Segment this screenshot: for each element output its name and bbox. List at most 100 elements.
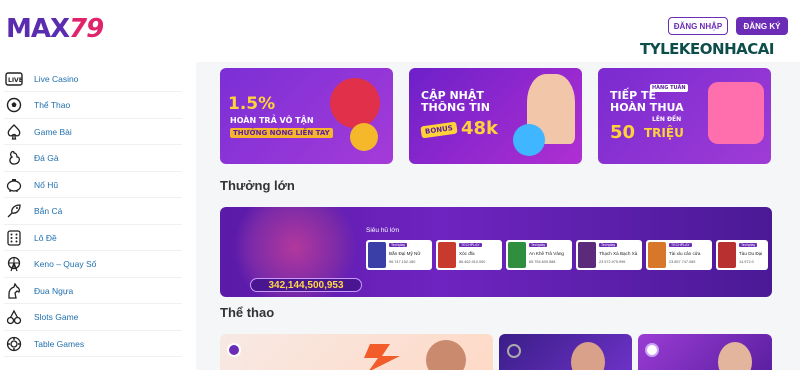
refund-amount: 50 — [610, 122, 636, 143]
sidebar-item-lo-de[interactable]: Lô Đề — [4, 225, 182, 251]
sport-provider-logo — [227, 343, 241, 357]
rooster-icon — [4, 148, 24, 168]
section-title-sports: Thể thao — [220, 305, 275, 320]
sidebar-item-label: Slots Game — [34, 312, 79, 322]
jackpot-value: 14.972.0 — [739, 260, 754, 264]
mascot-icon — [513, 124, 545, 156]
dice-grid-icon — [4, 228, 24, 248]
game-thumbnail — [648, 242, 666, 268]
jackpot-value: 96.747.152.180 — [389, 260, 416, 264]
player-photo — [571, 342, 605, 370]
jackpot-amount: 342,144,500,953 — [250, 278, 362, 292]
jackpot-value: 23.857.747.089 — [669, 260, 696, 264]
rebate-percent: 1.5% — [228, 94, 276, 114]
sidebar-item-da-ga[interactable]: Đá Gà — [4, 146, 182, 172]
sidebar-item-label: Đua Ngựa — [34, 285, 74, 296]
sidebar-item-the-thao[interactable]: Thể Thao — [4, 93, 182, 119]
provider-tag: Techplay — [389, 243, 408, 247]
cherry-icon — [4, 307, 24, 327]
bonus-amount: 48k — [461, 118, 499, 139]
jackpot-value: 86.462.910.050 — [459, 260, 486, 264]
sidebar-item-keno-quay-so[interactable]: Keno – Quay Số — [4, 252, 182, 278]
game-name: An Khê Trả Vàng — [529, 251, 564, 256]
sports-banner-1[interactable] — [220, 334, 493, 370]
game-name: Xóc đĩa — [459, 251, 475, 256]
sidebar-item-no-hu[interactable]: Nổ Hũ — [4, 172, 182, 198]
player-photo — [718, 342, 752, 370]
jackpot-game-card[interactable]: TECHPLAY Xóc đĩa 86.462.910.050 — [436, 240, 502, 270]
game-thumbnail — [368, 242, 386, 268]
promo-banner-loss-refund[interactable]: HÀNG TUẦN TIẾP TẾ HOÀN THUA LÊN ĐẾN 50 TR… — [598, 68, 771, 164]
game-thumbnail — [438, 242, 456, 268]
sidebar-item-slots-game[interactable]: Slots Game — [4, 305, 182, 331]
max79-logo[interactable]: MAX79 — [6, 14, 104, 44]
jackpot-value: 65.754.609.588 — [529, 260, 556, 264]
game-thumbnail — [508, 242, 526, 268]
bonus-badge: BONUS — [420, 121, 458, 139]
game-name: Tài xỉu cân cửa — [669, 251, 701, 256]
ferris-wheel-icon — [4, 254, 24, 274]
provider-tag: TECHPLAY — [669, 243, 692, 247]
game-name: Bắn Đại Mỹ Nữ — [389, 251, 421, 256]
sidebar-item-game-bai[interactable]: Game Bài — [4, 119, 182, 145]
jackpot-game-card[interactable]: Techplay Thạch Xà Bạch Xà 23.972.975.996 — [576, 240, 642, 270]
soccer-ball-icon — [4, 95, 24, 115]
banner-subline: THƯỞNG NÓNG LIỀN TAY — [230, 128, 333, 138]
fish-icon — [4, 201, 24, 221]
refund-unit: TRIỆU — [644, 126, 684, 140]
sport-provider-logo — [507, 344, 521, 358]
gift-box-icon — [330, 78, 380, 128]
sidebar-item-label: Table Games — [34, 338, 85, 349]
jackpot-value: 23.972.975.996 — [599, 260, 626, 264]
jackpot-game-card[interactable]: Techplay An Khê Trả Vàng 65.754.609.588 — [506, 240, 572, 270]
jackpot-game-card[interactable]: Techplay Tàu Du Đại 14.972.0 — [716, 240, 768, 270]
horse-icon — [4, 281, 24, 301]
login-button[interactable]: ĐĂNG NHẬP — [668, 17, 728, 35]
banner-headline: CẬP NHẬT THÔNG TIN — [421, 89, 490, 114]
spade-icon — [4, 122, 24, 142]
sidebar-item-label: Keno – Quay Số — [34, 259, 97, 269]
game-thumbnail — [578, 242, 596, 268]
sidebar-item-dua-ngua[interactable]: Đua Ngựa — [4, 278, 182, 304]
sidebar-item-label: Live Casino — [34, 73, 79, 84]
promo-banner-rebate[interactable]: 1.5% HOÀN TRẢ VÔ TẬN THƯỞNG NÓNG LIỀN TA… — [220, 68, 393, 164]
sport-provider-logo — [645, 343, 659, 357]
sidebar-item-label: Game Bài — [34, 126, 72, 137]
banner-headline: HOÀN TRẢ VÔ TẬN — [230, 116, 314, 125]
svg-text:LIVE: LIVE — [8, 77, 23, 84]
jackpot-label: Siêu hũ lớn — [366, 227, 400, 234]
sidebar-item-label: Đá Gà — [34, 153, 59, 163]
sidebar-item-table-games[interactable]: Table Games — [4, 331, 182, 357]
calendar-icon — [708, 82, 764, 144]
provider-tag: Techplay — [529, 243, 548, 247]
main-content: 1.5% HOÀN TRẢ VÔ TẬN THƯỞNG NÓNG LIỀN TA… — [196, 62, 800, 370]
sidebar: LIVE Live Casino Thể Thao Game Bài Đá Gà… — [0, 66, 190, 370]
sidebar-item-ban-ca[interactable]: Bắn Cá — [4, 199, 182, 225]
sidebar-item-live-casino[interactable]: LIVE Live Casino — [4, 66, 182, 92]
provider-tag: TECHPLAY — [459, 243, 482, 247]
live-icon: LIVE — [4, 69, 24, 89]
game-name: Tàu Du Đại — [739, 251, 763, 256]
provider-tag: Techplay — [599, 243, 618, 247]
register-button[interactable]: ĐĂNG KÝ — [736, 17, 788, 35]
section-title-big-reward: Thưởng lớn — [220, 178, 295, 193]
sidebar-item-label: Bắn Cá — [34, 206, 63, 216]
chip-icon — [4, 334, 24, 354]
game-thumbnail — [718, 242, 736, 268]
sports-banner-3[interactable] — [638, 334, 772, 370]
piggy-bank-icon — [4, 175, 24, 195]
jackpot-panel: 342,144,500,953 Siêu hũ lớn Techplay Bắn… — [220, 207, 772, 297]
sports-banner-2[interactable] — [499, 334, 632, 370]
sidebar-item-label: Lô Đề — [34, 232, 57, 243]
sidebar-item-label: Nổ Hũ — [34, 179, 59, 190]
jackpot-game-card[interactable]: TECHPLAY Tài xỉu cân cửa 23.857.747.089 — [646, 240, 712, 270]
up-to-text: LÊN ĐẾN — [652, 116, 682, 123]
banner-headline: TIẾP TẾ HOÀN THUA — [610, 89, 684, 114]
header: MAX79 ĐĂNG NHẬP ĐĂNG KÝ TYLEKEONHACAI — [0, 0, 800, 62]
coin-icon — [350, 123, 378, 151]
player-photo — [426, 340, 466, 370]
promo-banner-update-info[interactable]: CẬP NHẬT THÔNG TIN BONUS 48k — [409, 68, 582, 164]
watermark-text: TYLEKEONHACAI — [640, 40, 774, 58]
jackpot-game-card[interactable]: Techplay Bắn Đại Mỹ Nữ 96.747.152.180 — [366, 240, 432, 270]
provider-tag: Techplay — [739, 243, 758, 247]
